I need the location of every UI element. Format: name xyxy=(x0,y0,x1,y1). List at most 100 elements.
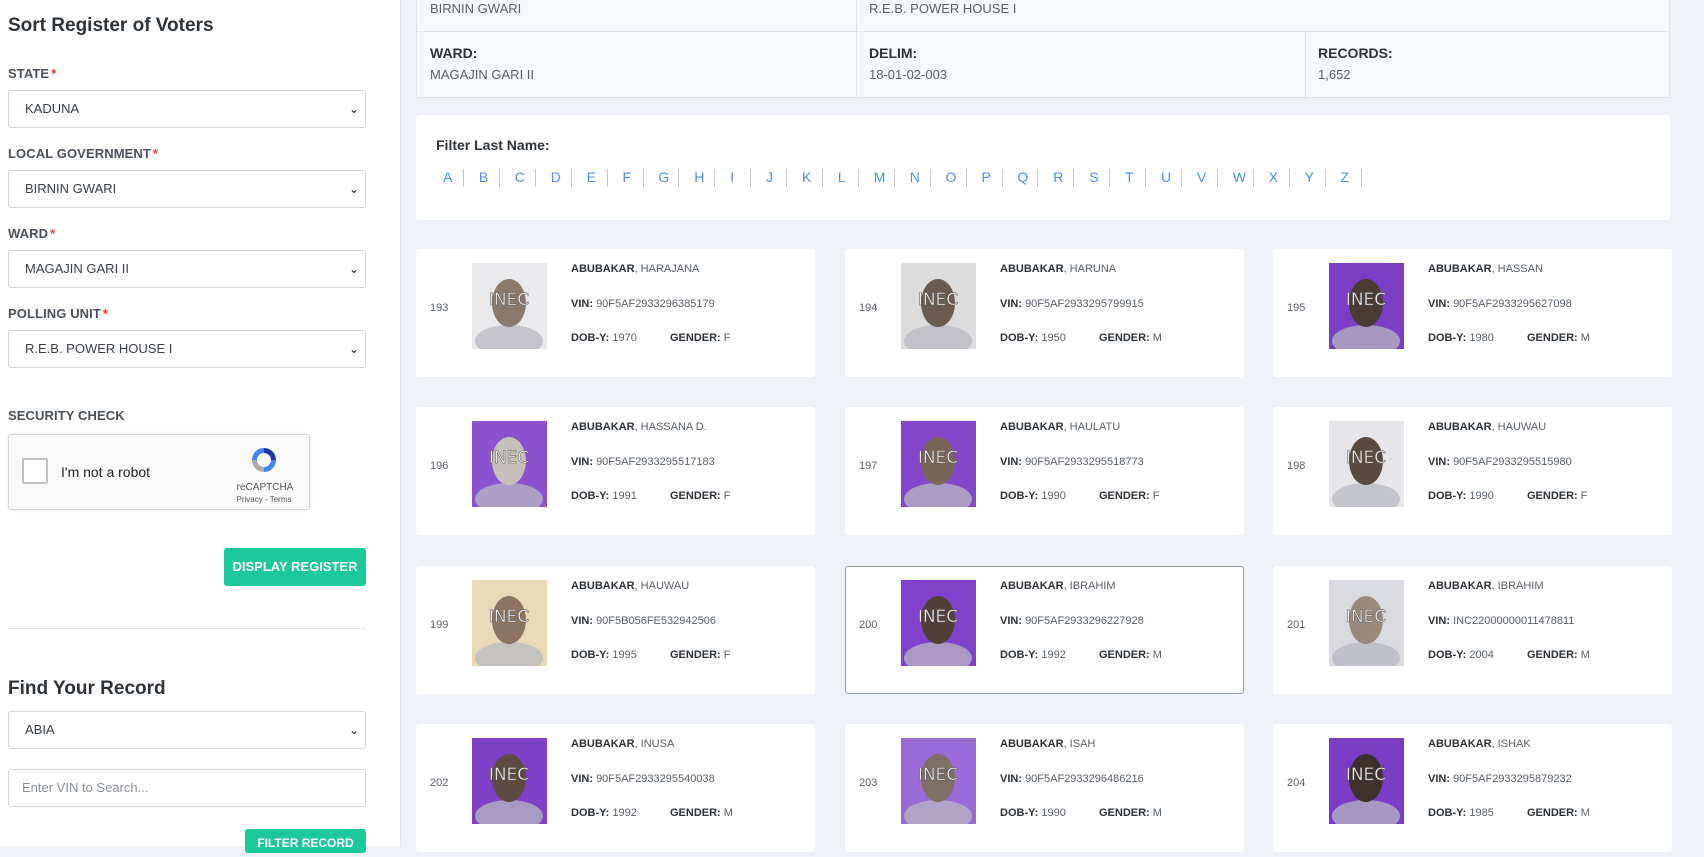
vin-search-input[interactable]: Enter VIN to Search... xyxy=(8,769,366,807)
chevron-down-icon: ⌄ xyxy=(348,342,359,356)
letter-separator xyxy=(534,169,536,187)
filter-letter-y[interactable]: Y xyxy=(1305,169,1314,185)
voter-serial-number: 201 xyxy=(1287,619,1306,631)
voter-name: ABUBAKAR, ISHAK xyxy=(1428,738,1531,750)
voter-card[interactable]: 202 INEC ABUBAKAR, INUSA VIN: 90F5AF2933295… xyxy=(416,724,815,852)
filter-label: Filter Last Name: xyxy=(436,137,550,153)
voter-vin: VIN: 90F5AF2933295799915 xyxy=(1000,298,1144,310)
filter-letter-k[interactable]: K xyxy=(802,169,811,185)
sidebar: Sort Register of Voters STATE * KADUNA ⌄ L… xyxy=(0,0,401,853)
voter-card[interactable]: 204 INEC ABUBAKAR, ISHAK VIN: 90F5AF2933295… xyxy=(1273,724,1672,852)
voter-serial-number: 198 xyxy=(1287,460,1306,472)
ward-select[interactable]: MAGAJIN GARI II ⌄ xyxy=(8,250,366,288)
find-record-title: Find Your Record xyxy=(8,678,166,699)
filter-letter-r[interactable]: R xyxy=(1053,169,1063,185)
voter-dob: DOB-Y: 1995 xyxy=(571,649,637,661)
voter-vin: VIN: 90F5AF2933296385179 xyxy=(571,298,715,310)
voter-card[interactable]: 200 INEC ABUBAKAR, IBRAHIM VIN: 90F5AF29332… xyxy=(845,566,1244,694)
filter-letter-m[interactable]: M xyxy=(874,169,886,185)
voter-serial-number: 196 xyxy=(430,460,449,472)
filter-letter-x[interactable]: X xyxy=(1269,169,1278,185)
recaptcha-links[interactable]: Privacy - Terms xyxy=(231,495,297,504)
letter-separator xyxy=(606,169,608,187)
filter-letter-n[interactable]: N xyxy=(910,169,920,185)
voter-card[interactable]: 195 INEC ABUBAKAR, HASSAN VIN: 90F5AF293329… xyxy=(1273,249,1672,377)
voter-serial-number: 195 xyxy=(1287,302,1306,314)
recaptcha-checkbox[interactable] xyxy=(22,458,48,484)
voter-card[interactable]: 198 INEC ABUBAKAR, HAUWAU VIN: 90F5AF293329… xyxy=(1273,407,1672,535)
filter-letter-h[interactable]: H xyxy=(694,169,704,185)
filter-letter-i[interactable]: I xyxy=(730,169,734,185)
voter-photo: INEC xyxy=(1329,738,1404,824)
voter-serial-number: 193 xyxy=(430,302,449,314)
voter-dob: DOB-Y: 1990 xyxy=(1428,490,1494,502)
voter-card[interactable]: 196 INEC ABUBAKAR, HASSANA D. VIN: 90F5AF29… xyxy=(416,407,815,535)
filter-letter-c[interactable]: C xyxy=(515,169,525,185)
letter-separator xyxy=(750,169,752,187)
find-state-select[interactable]: ABIA ⌄ xyxy=(8,711,366,749)
filter-letter-j[interactable]: J xyxy=(766,169,773,185)
filter-letter-a[interactable]: A xyxy=(443,169,452,185)
filter-record-button[interactable]: FILTER RECORD xyxy=(245,829,366,853)
filter-letter-q[interactable]: Q xyxy=(1017,169,1028,185)
voter-gender: GENDER: M xyxy=(1527,807,1590,819)
ward-label: WARD * xyxy=(8,226,56,241)
filter-letter-u[interactable]: U xyxy=(1161,169,1171,185)
letter-separator xyxy=(1073,169,1075,187)
voter-card[interactable]: 199 INEC ABUBAKAR, HAUWAU VIN: 90F5B056FE53… xyxy=(416,566,815,694)
voter-vin: VIN: 90F5AF2933295518773 xyxy=(1000,456,1144,468)
filter-letter-f[interactable]: F xyxy=(623,169,632,185)
letter-separator xyxy=(1181,169,1182,187)
voter-dob: DOB-Y: 1980 xyxy=(1428,332,1494,344)
display-register-button[interactable]: DISPLAY REGISTER xyxy=(224,548,366,586)
voter-photo: INEC xyxy=(472,263,547,349)
voter-vin: VIN: 90F5AF2933295627098 xyxy=(1428,298,1572,310)
filter-letter-o[interactable]: O xyxy=(946,169,957,185)
voter-card[interactable]: 193 INEC ABUBAKAR, HARAJANA VIN: 90F5AF2933… xyxy=(416,249,815,377)
voter-photo: INEC xyxy=(901,738,976,824)
voter-photo: INEC xyxy=(1329,580,1404,666)
filter-letter-v[interactable]: V xyxy=(1197,169,1206,185)
voter-gender: GENDER: M xyxy=(1099,807,1162,819)
voter-gender: GENDER: M xyxy=(670,807,733,819)
state-select[interactable]: KADUNA ⌄ xyxy=(8,90,366,128)
letter-separator xyxy=(714,169,716,187)
voter-gender: GENDER: M xyxy=(1099,332,1162,344)
voter-vin: VIN: 90F5AF2933295540038 xyxy=(571,773,715,785)
lga-select[interactable]: BIRNIN GWARI ⌄ xyxy=(8,170,366,208)
voter-vin: VIN: 90F5AF2933295517183 xyxy=(571,456,715,468)
letter-separator xyxy=(1145,169,1147,187)
voter-card[interactable]: 201 INEC ABUBAKAR, IBRAHIM VIN: INC22000000… xyxy=(1273,566,1672,694)
voter-name: ABUBAKAR, HARAJANA xyxy=(571,263,700,275)
filter-letter-p[interactable]: P xyxy=(982,169,991,185)
filter-letter-d[interactable]: D xyxy=(551,169,561,185)
filter-letter-l[interactable]: L xyxy=(838,169,846,185)
polling-unit-select[interactable]: R.E.B. POWER HOUSE I ⌄ xyxy=(8,330,366,368)
filter-letter-t[interactable]: T xyxy=(1125,169,1134,185)
filter-letter-e[interactable]: E xyxy=(587,169,596,185)
voter-dob: DOB-Y: 1970 xyxy=(571,332,637,344)
filter-letter-z[interactable]: Z xyxy=(1341,169,1350,185)
voter-name: ABUBAKAR, HARUNA xyxy=(1000,263,1117,275)
recaptcha-brand: reCAPTCHA xyxy=(236,482,294,493)
voter-dob: DOB-Y: 1992 xyxy=(1000,649,1066,661)
filter-letter-b[interactable]: B xyxy=(479,169,488,185)
voter-photo: INEC xyxy=(901,263,976,349)
letter-separator xyxy=(929,169,931,187)
voter-card[interactable]: 197 INEC ABUBAKAR, HAULATU VIN: 90F5AF29332… xyxy=(845,407,1244,535)
info-ward: WARD: MAGAJIN GARI II xyxy=(430,45,535,82)
filter-letter-g[interactable]: G xyxy=(658,169,669,185)
voter-serial-number: 194 xyxy=(859,302,878,314)
inec-watermark: INEC xyxy=(1346,765,1386,785)
voter-photo: INEC xyxy=(1329,421,1404,507)
recaptcha-widget: I'm not a robot reCAPTCHA Privacy - Term… xyxy=(8,434,310,510)
inec-watermark: INEC xyxy=(1346,607,1386,627)
letter-separator xyxy=(1324,169,1326,187)
filter-letter-s[interactable]: S xyxy=(1089,169,1098,185)
voter-card[interactable]: 194 INEC ABUBAKAR, HARUNA VIN: 90F5AF293329… xyxy=(845,249,1244,377)
voter-vin: VIN: 90F5AF2933295515980 xyxy=(1428,456,1572,468)
filter-letter-w[interactable]: W xyxy=(1233,169,1246,185)
voter-serial-number: 197 xyxy=(859,460,878,472)
voter-vin: VIN: INC22000000011478811 xyxy=(1428,615,1575,627)
voter-card[interactable]: 203 INEC ABUBAKAR, ISAH VIN: 90F5AF29332964… xyxy=(845,724,1244,852)
